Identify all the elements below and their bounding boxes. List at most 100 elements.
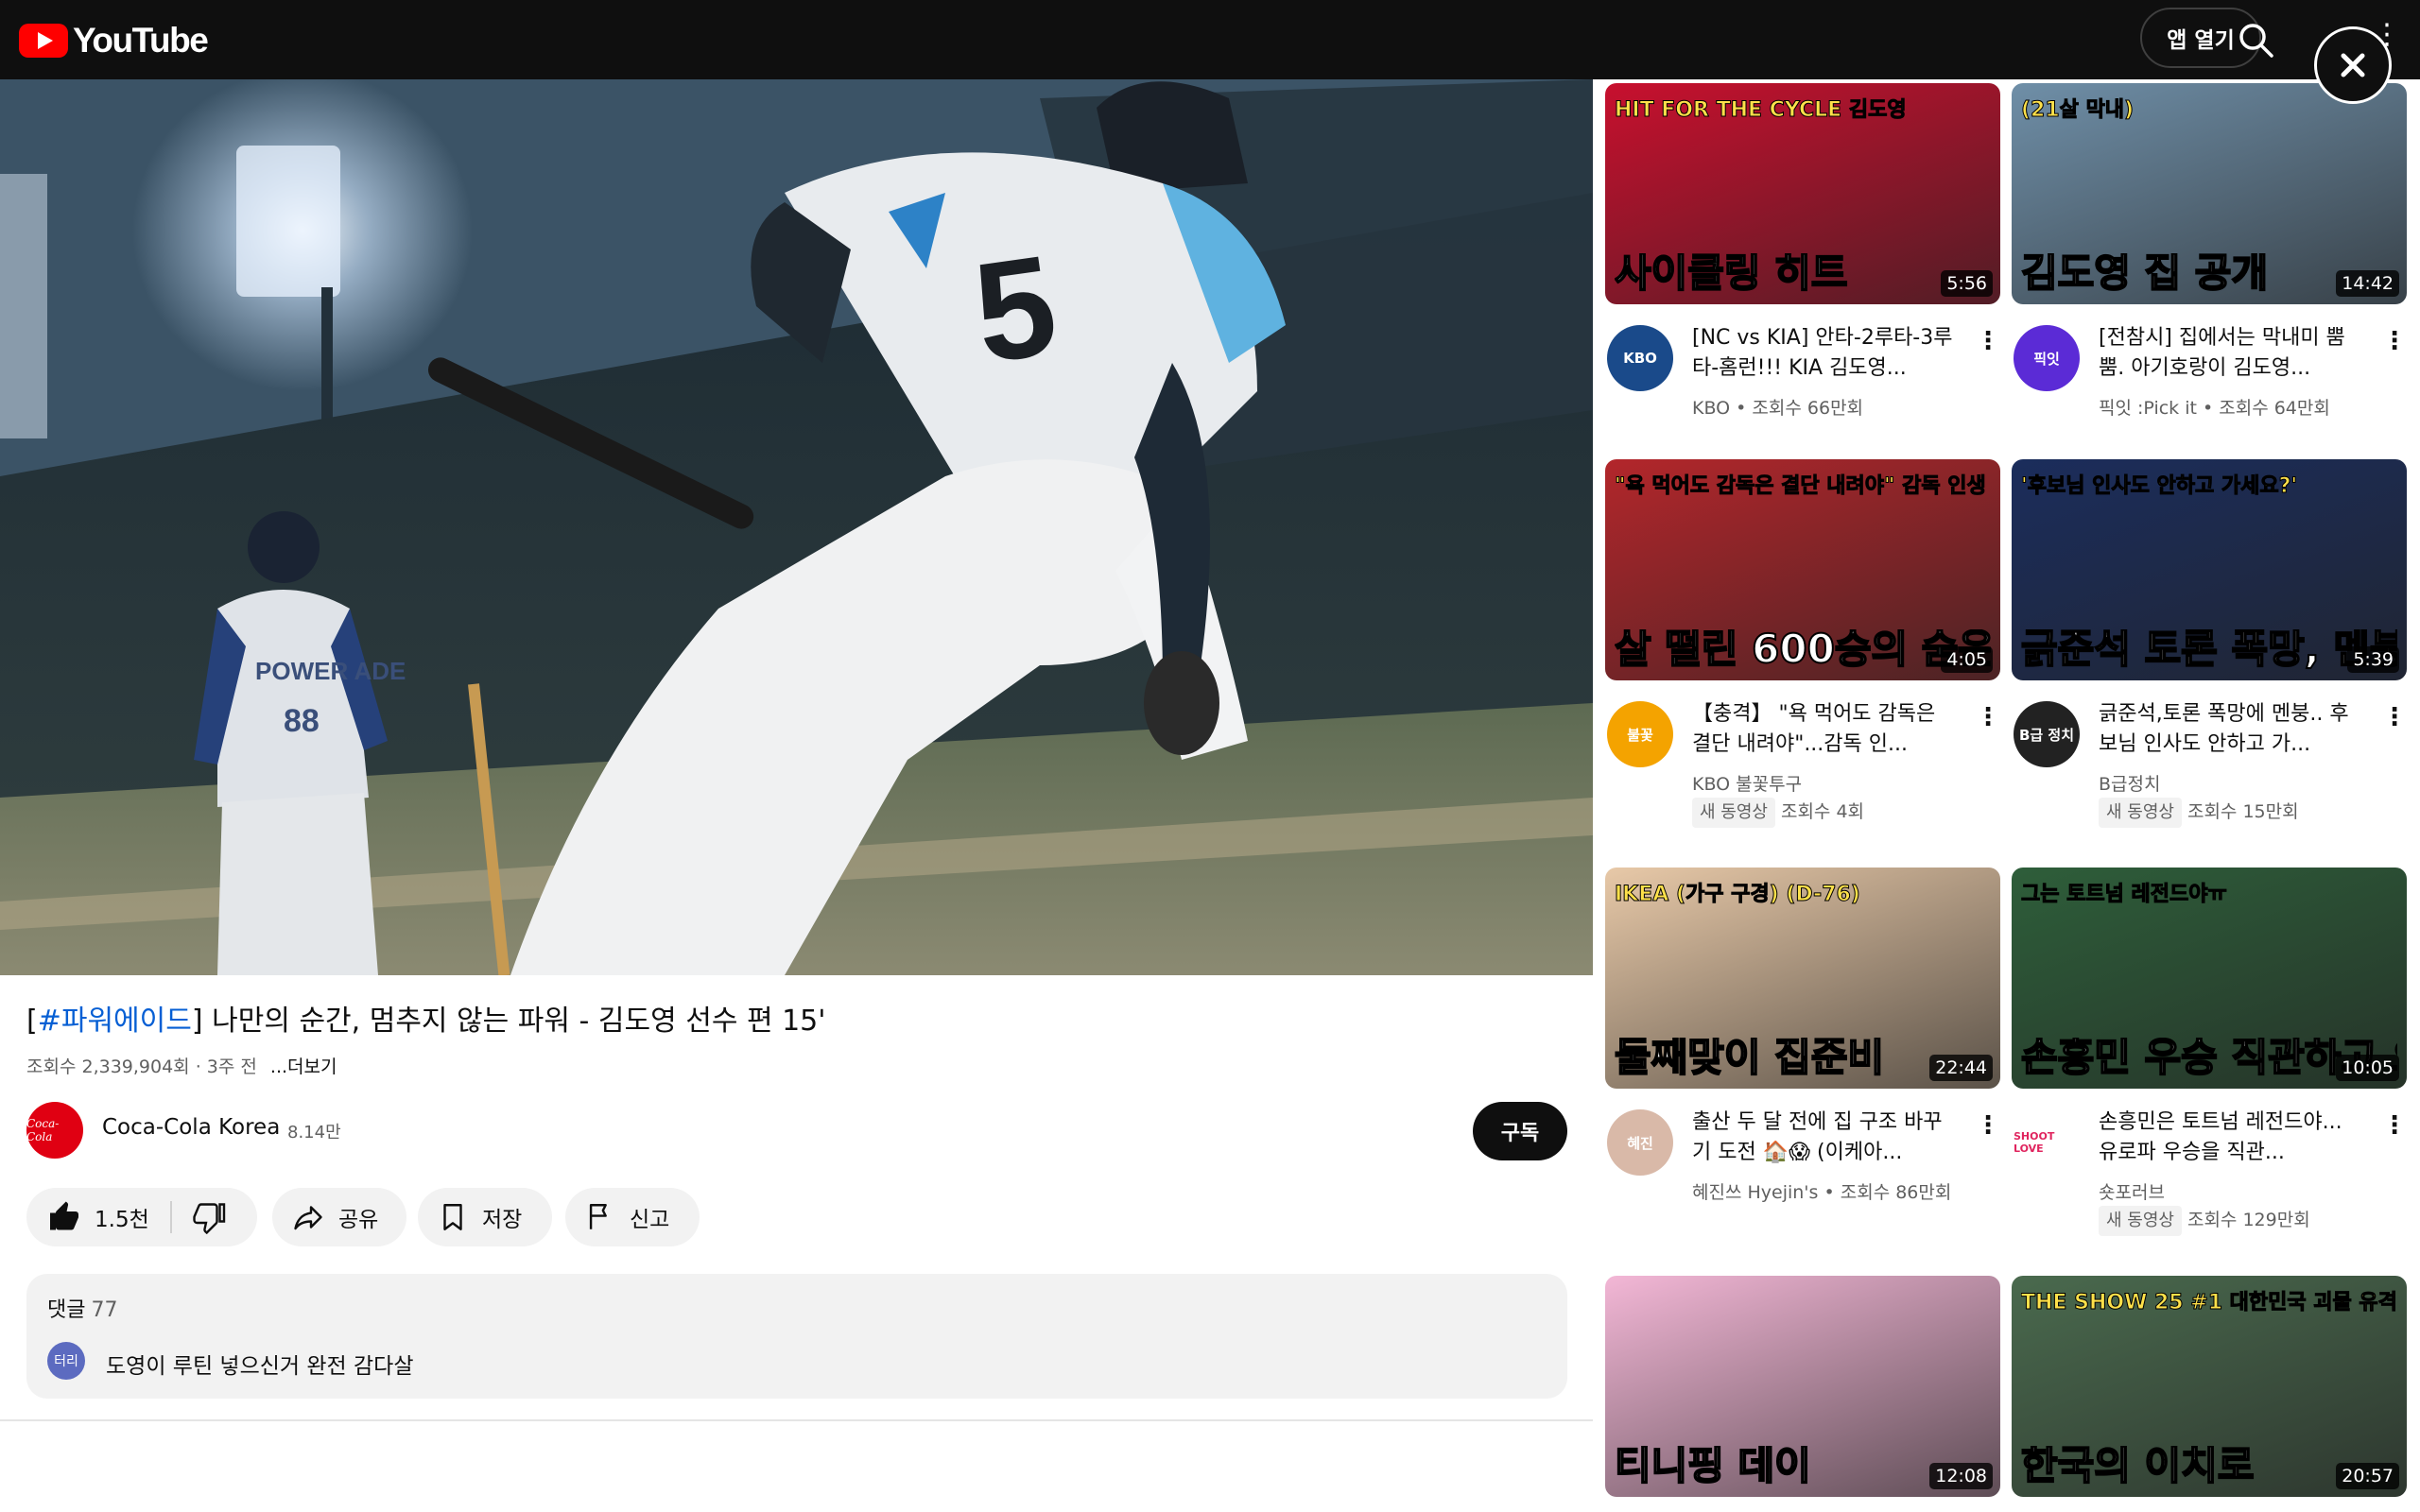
commenter-avatar: 터리 [47,1342,85,1380]
channel-avatar[interactable]: 픽잇 [2014,325,2080,391]
like-count: 1.5천 [95,1208,149,1232]
youtube-logo[interactable]: YouTube [19,21,209,60]
thumbnail-caption: 그는 토트넘 레전드야ㅠ [2021,883,2227,907]
background-jersey-text: POWER ADE [255,657,406,685]
comments-label: 댓글 [47,1298,86,1322]
view-count: 조회수 15만회 [2187,801,2299,822]
view-count: 조회수 66만회 [1752,398,1864,419]
video-info: [#파워에이드] 나만의 순간, 멈추지 않는 파워 - 김도영 선수 편 15… [26,1000,1567,1078]
recommended-video-meta: 숏포러브새 동영상 조회수 129만회 [2099,1179,2382,1236]
more-vert-icon[interactable]: ⋮ [1976,1111,2000,1140]
duration-badge: 20:57 [2336,1463,2399,1489]
video-thumbnail[interactable]: IKEA (가구 구경) (D-76) 둘째맞이 집준비 22:44 [1605,868,2000,1089]
video-thumbnail[interactable]: "욕 먹어도 감독은 결단 내려야" 감독 인생 건 승부수?! 열갈량살 떨린… [1605,459,2000,680]
channel-avatar[interactable]: 혜진 [1607,1109,1673,1176]
channel-row: Coca-Cola Coca-Cola Korea 8.14만 구독 [26,1102,1567,1160]
subscriber-count: 8.14만 [287,1123,341,1143]
title-bracket-close: ] [191,1005,203,1038]
channel-avatar[interactable]: Coca-Cola [26,1102,83,1159]
top-comment-text: 도영이 루틴 넣으신거 완전 감다살 [106,1354,414,1379]
channel-avatar[interactable]: B급 정치 [2014,701,2080,767]
video-thumbnail[interactable]: 티니핑 데이 12:08 [1605,1276,2000,1497]
video-thumbnail[interactable]: THE SHOW 25 #1 대한민국 괴물 유격수의 등장?!한국의 이치로2… [2012,1276,2407,1497]
save-label: 저장 [482,1208,523,1232]
thumbnail-caption: HIT FOR THE CYCLE 김도영 [1615,98,1907,123]
comments-count: 77 [91,1298,118,1322]
like-divider [170,1201,172,1233]
share-icon [294,1206,322,1230]
like-dislike-pill: 1.5천 [26,1188,257,1246]
recommended-video-title[interactable]: 출산 두 달 전에 집 구조 바꾸기 도전 🏠😱 (이케아... [1692,1108,1953,1168]
search-icon [2239,24,2273,58]
duration-badge: 14:42 [2336,270,2399,297]
recommended-video-meta: 픽잇 :Pick it • 조회수 64만회 [2099,398,2330,419]
comments-header: 댓글 77 [47,1293,117,1323]
video-frame: POWER ADE 88 5 [0,79,1593,975]
video-meta: 조회수 2,339,904회 · 3주 전 ...더보기 [26,1053,1567,1078]
logo-text: YouTube [73,21,209,60]
share-button[interactable]: 공유 [272,1188,406,1246]
recommended-video-meta: 혜진쓰 Hyejin's • 조회수 86만회 [1692,1182,1952,1203]
thumbnail-caption: IKEA (가구 구경) (D-76) [1615,883,1860,907]
channel-name[interactable]: Coca-Cola Korea [102,1115,280,1140]
close-button[interactable] [2314,26,2392,104]
recommended-video-title[interactable]: 긁준석,토론 폭망에 멘붕.. 후보님 인사도 안하고 가... [2099,699,2360,760]
save-button[interactable]: 저장 [418,1188,552,1246]
more-vert-icon[interactable]: ⋮ [2382,327,2407,355]
channel-name: KBO [1692,398,1731,419]
like-button[interactable]: 1.5천 [47,1188,149,1246]
view-count: 조회수 129만회 [2187,1210,2310,1230]
dislike-button[interactable] [193,1200,240,1240]
channel-avatar[interactable]: KBO [1607,325,1673,391]
thumbnail-caption: THE SHOW 25 #1 대한민국 괴물 유격수의 등장?! [2021,1291,2397,1315]
more-vert-icon[interactable]: ⋮ [2382,1111,2407,1140]
hashtag-link[interactable]: #파워에이드 [38,1005,192,1038]
subscribe-button[interactable]: 구독 [1473,1102,1567,1160]
channel-name: 혜진쓰 Hyejin's [1692,1182,1819,1203]
thumbnail-headline: 긁준석 토론 폭망, 멘붕 [2021,629,2397,669]
report-flag-icon [589,1204,607,1229]
duration-badge: 10:05 [2336,1055,2399,1081]
views-line: 조회수 2,339,904회 · 3주 전 [26,1057,257,1077]
thumbnail-headline: 살 떨린 600승의 숨은 이야기 [1615,629,1991,669]
video-thumbnail[interactable]: '후보님 인사도 안하고 가세요?' 긁준석 토론 폭망, 멘붕 5:39 [2012,459,2407,680]
duration-badge: 4:05 [1941,646,1993,673]
more-vert-icon[interactable]: ⋮ [1976,327,2000,355]
recommended-video-title[interactable]: 【충격】 "욕 먹어도 감독은 결단 내려야"...감독 인... [1692,699,1953,760]
duration-badge: 5:56 [1941,270,1993,297]
duration-badge: 22:44 [1929,1055,1993,1081]
recommended-video-title[interactable]: [NC vs KIA] 안타-2루타-3루타-홈런!!! KIA 김도영... [1692,323,1953,384]
background-jersey-number: 88 [284,703,320,739]
more-vert-icon[interactable]: ⋮ [1976,703,2000,731]
video-thumbnail[interactable]: (21살 막내) 김도영 집 공개 14:42 [2012,83,2407,304]
channel-avatar[interactable]: 불꽃 [1607,701,1673,767]
video-player[interactable]: POWER ADE 88 5 [0,79,1593,975]
dislike-icon [193,1203,226,1235]
video-title: [#파워에이드] 나만의 순간, 멈추지 않는 파워 - 김도영 선수 편 15… [26,1000,1567,1043]
channel-name: 숏포러브 [2099,1182,2165,1203]
like-icon [50,1201,78,1230]
save-icon [443,1204,462,1230]
report-button[interactable]: 신고 [565,1188,700,1246]
youtube-logo-icon [19,24,68,58]
video-thumbnail[interactable]: 그는 토트넘 레전드야ㅠ손흥민 우승 직관하고 오열하는 현지 토트넘 팬10:… [2012,868,2407,1089]
channel-name: 픽잇 :Pick it [2099,398,2197,419]
recommended-video-title[interactable]: 손흥민은 토트넘 레전드야... 유로파 우승을 직관... [2099,1108,2360,1168]
more-link[interactable]: ...더보기 [270,1057,337,1077]
comments-teaser[interactable]: 댓글 77 터리 도영이 루틴 넣으신거 완전 감다살 [26,1274,1567,1399]
new-video-badge: 새 동영상 [2099,1206,2182,1236]
video-thumbnail[interactable]: HIT FOR THE CYCLE 김도영사이클링 히트 5:56 [1605,83,2000,304]
channel-avatar[interactable]: SHOOT LOVE [2014,1109,2080,1176]
more-vert-icon[interactable]: ⋮ [2382,703,2407,731]
report-label: 신고 [630,1208,670,1232]
duration-badge: 5:39 [2347,646,2399,673]
search-button[interactable] [2233,17,2280,64]
thumbnail-caption: '후보님 인사도 안하고 가세요?' [2021,474,2298,499]
channel-name: B급정치 [2099,774,2161,795]
close-icon [2341,53,2365,77]
recommended-video-meta: KBO • 조회수 66만회 [1692,398,1864,419]
recommended-video-title[interactable]: [전참시] 집에서는 막내미 뿜뿜. 아기호랑이 김도영... [2099,323,2360,384]
view-count: 조회수 64만회 [2219,398,2330,419]
recommended-video-meta: B급정치 새 동영상 조회수 15만회 [2099,771,2382,828]
thumbnail-headline: 사이클링 히트 [1615,253,1848,293]
